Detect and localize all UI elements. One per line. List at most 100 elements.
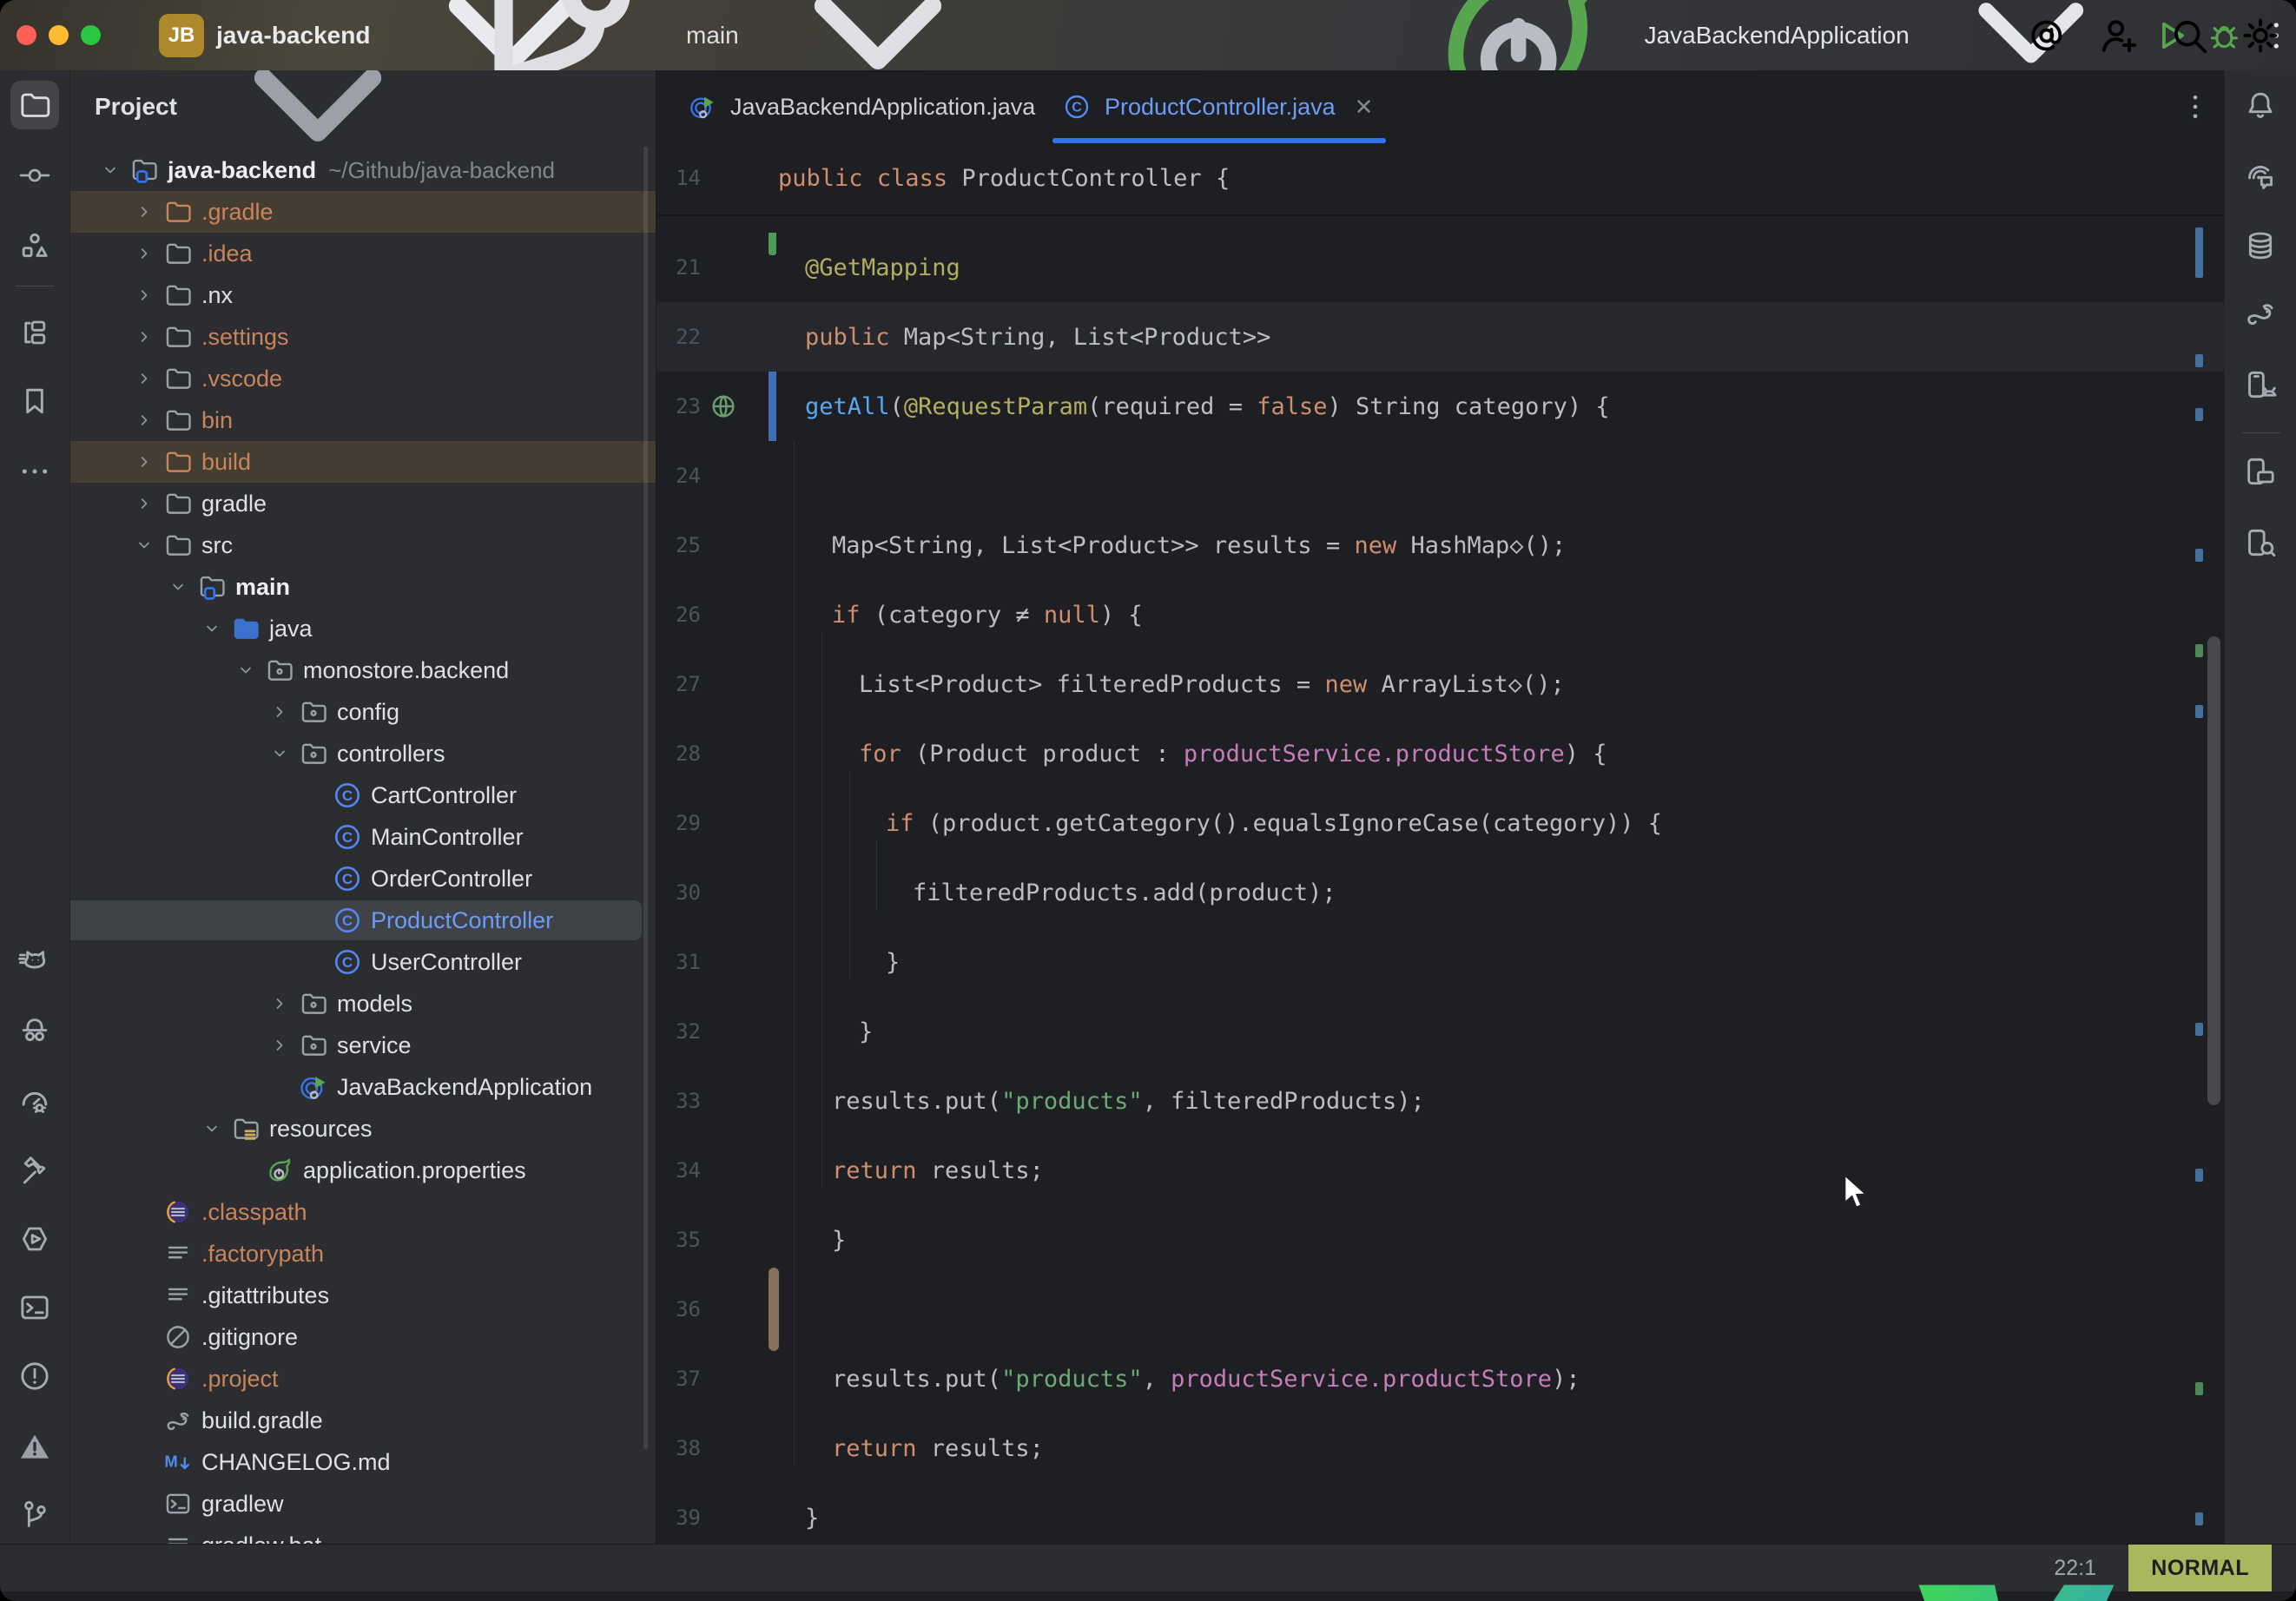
code-line-25[interactable]: 25Map<String, List<Product>> results = n… — [656, 511, 2224, 580]
tab-options-button[interactable] — [2178, 89, 2213, 124]
tree-item--settings[interactable]: .settings — [70, 316, 656, 358]
tree-item-monostore-backend[interactable]: monostore.backend — [70, 649, 656, 691]
more-tool-windows-tool-button[interactable] — [10, 447, 59, 496]
chevron-right-icon[interactable] — [134, 201, 155, 222]
tree-item-javabackendapplication[interactable]: JavaBackendApplication — [70, 1066, 656, 1108]
chevron-right-icon[interactable] — [269, 1035, 290, 1056]
tree-item-resources[interactable]: resources — [70, 1108, 656, 1150]
close-tab-icon[interactable]: ✕ — [1355, 94, 1374, 121]
editor-tab-productcontroller-java[interactable]: CProductController.java✕ — [1063, 70, 1373, 143]
tree-item--gitignore[interactable]: .gitignore — [70, 1316, 656, 1358]
build-tool-button[interactable] — [10, 1145, 59, 1194]
tree-item-controllers[interactable]: controllers — [70, 733, 656, 774]
code-line-33[interactable]: 33results.put("products", filteredProduc… — [656, 1066, 2224, 1136]
chevron-right-icon[interactable] — [134, 243, 155, 264]
vcs-change-marker-modified[interactable] — [769, 372, 776, 441]
gradle-tool-button[interactable] — [2236, 289, 2285, 338]
ai-assistant-tool-button[interactable] — [2236, 153, 2285, 201]
error-stripe-mark[interactable] — [2195, 354, 2203, 367]
tree-item-src[interactable]: src — [70, 524, 656, 566]
branch-selector[interactable]: main — [417, 14, 1008, 57]
tree-item-gradle[interactable]: gradle — [70, 483, 656, 524]
sticky-header-line[interactable]: 14 public class ProductController { — [656, 143, 2224, 216]
tree-item--gitattributes[interactable]: .gitattributes — [70, 1275, 656, 1316]
notifications-tool-button[interactable] — [2236, 81, 2285, 129]
zoom-window-button[interactable] — [81, 25, 101, 45]
copilot-cat-tool-button[interactable] — [10, 938, 59, 986]
chevron-down-icon[interactable] — [201, 618, 222, 639]
code-line-32[interactable]: 32} — [656, 997, 2224, 1066]
chevron-right-icon[interactable] — [134, 493, 155, 514]
error-stripe-mark[interactable] — [2195, 1023, 2203, 1036]
tree-item-java[interactable]: java — [70, 608, 656, 649]
tree-item-bin[interactable]: bin — [70, 399, 656, 441]
tree-item-cartcontroller[interactable]: CCartController — [70, 774, 656, 816]
tree-item-application-properties[interactable]: application.properties — [70, 1150, 656, 1191]
error-stripe-mark[interactable] — [2195, 408, 2203, 421]
tree-item--gradle[interactable]: .gradle — [70, 191, 656, 233]
vcs-change-marker-brown[interactable] — [769, 1268, 779, 1351]
code-line-26[interactable]: 26if (category ≠ null) { — [656, 580, 2224, 649]
code-line-28[interactable]: 28for (Product product : productService.… — [656, 719, 2224, 788]
ideavim-icon[interactable] — [1886, 1552, 2147, 1601]
tree-item--classpath[interactable]: .classpath — [70, 1191, 656, 1233]
tree-item-usercontroller[interactable]: CUserController — [70, 941, 656, 983]
vcs-change-marker-added[interactable] — [769, 233, 776, 255]
code-line-30[interactable]: 30filteredProducts.add(product); — [656, 858, 2224, 927]
tree-item-build[interactable]: build — [70, 441, 656, 483]
code-line-38[interactable]: 38return results; — [656, 1413, 2224, 1483]
error-stripe-mark[interactable] — [2195, 1169, 2203, 1182]
code-line-36[interactable]: 36 — [656, 1275, 2224, 1344]
incognito-tool-button[interactable] — [10, 1005, 59, 1054]
device-manager-tool-button[interactable] — [2236, 360, 2285, 409]
globe-gutter-icon[interactable] — [709, 392, 738, 421]
editor-tab-javabackendapplication-java[interactable]: JavaBackendApplication.java — [689, 70, 1035, 143]
chevron-right-icon[interactable] — [134, 326, 155, 347]
running-devices-tool-button[interactable] — [2236, 447, 2285, 496]
code-line-27[interactable]: 27List<Product> filteredProducts = new A… — [656, 649, 2224, 719]
tree-item-gradlew[interactable]: gradlew — [70, 1483, 656, 1525]
tree-item--nx[interactable]: .nx — [70, 274, 656, 316]
tree-item--factorypath[interactable]: .factorypath — [70, 1233, 656, 1275]
project-panel-header[interactable]: Project — [70, 70, 656, 143]
chevron-right-icon[interactable] — [134, 285, 155, 306]
problems-tool-button[interactable] — [10, 1352, 59, 1400]
code-line-39[interactable]: 39} — [656, 1483, 2224, 1544]
profiler-tool-button[interactable] — [10, 1077, 59, 1125]
structure-tool-button[interactable] — [10, 221, 59, 270]
bookmarks-tool-button[interactable] — [10, 377, 59, 425]
chevron-right-icon[interactable] — [269, 702, 290, 722]
tree-scrollbar[interactable] — [643, 147, 648, 1449]
minimize-window-button[interactable] — [49, 25, 69, 45]
vim-mode-badge[interactable]: NORMAL — [2128, 1545, 2272, 1591]
chevron-right-icon[interactable] — [134, 410, 155, 431]
code-line-23[interactable]: 23getAll(@RequestParam(required = false)… — [656, 372, 2224, 441]
code-line-21[interactable]: 21@GetMapping — [656, 233, 2224, 302]
chevron-down-icon[interactable] — [100, 160, 121, 181]
error-stripe-mark[interactable] — [2195, 227, 2203, 278]
device-file-explorer-tool-button[interactable] — [2236, 518, 2285, 567]
chevron-right-icon[interactable] — [134, 451, 155, 472]
chevron-right-icon[interactable] — [269, 993, 290, 1014]
tree-item-main[interactable]: main — [70, 566, 656, 608]
tree-item-service[interactable]: service — [70, 1025, 656, 1066]
code-line-22[interactable]: 22public Map<String, List<Product>> — [656, 302, 2224, 372]
ai-assistant-button[interactable] — [2023, 12, 2070, 59]
tree-item-java-backend[interactable]: java-backend~/Github/java-backend — [70, 149, 656, 191]
tree-item--project[interactable]: .project — [70, 1358, 656, 1400]
editor-scrollbar[interactable] — [2207, 636, 2220, 1105]
tree-item-config[interactable]: config — [70, 691, 656, 733]
error-stripe-mark[interactable] — [2195, 644, 2203, 657]
code-line-29[interactable]: 29if (product.getCategory().equalsIgnore… — [656, 788, 2224, 858]
tree-item-gradlew-bat[interactable]: gradlew.bat — [70, 1525, 656, 1544]
tree-item-build-gradle[interactable]: build.gradle — [70, 1400, 656, 1441]
chevron-down-icon[interactable] — [201, 1118, 222, 1139]
close-window-button[interactable] — [16, 25, 36, 45]
tree-item-ordercontroller[interactable]: COrderController — [70, 858, 656, 899]
error-stripe-mark[interactable] — [2195, 1512, 2203, 1525]
error-stripe-mark[interactable] — [2195, 1382, 2203, 1395]
chevron-down-icon[interactable] — [235, 660, 256, 681]
search-everywhere-button[interactable] — [2166, 12, 2213, 59]
version-control-tool-button[interactable] — [10, 1491, 59, 1539]
chevron-down-icon[interactable] — [134, 535, 155, 556]
